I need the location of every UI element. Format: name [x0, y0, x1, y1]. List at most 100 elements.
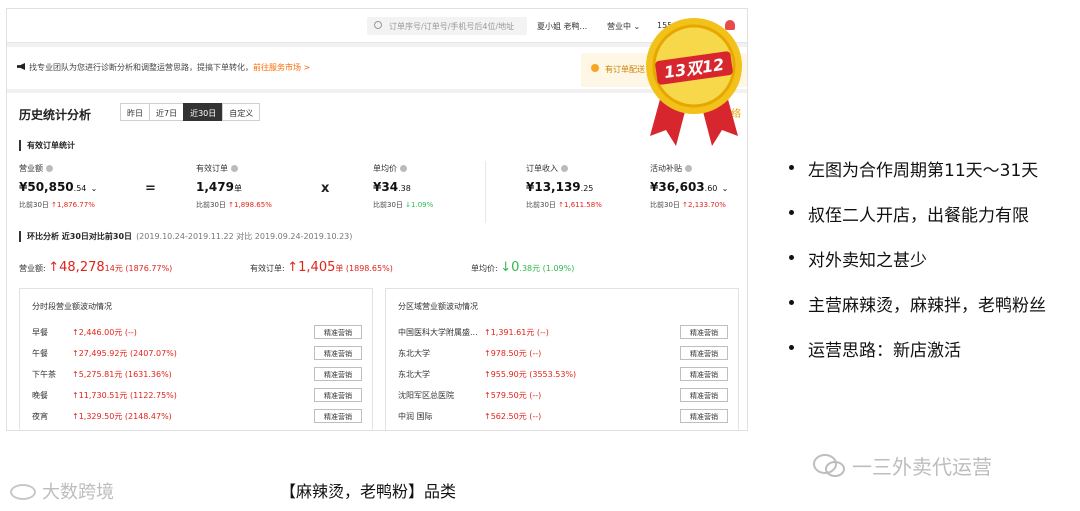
tab-yesterday[interactable]: 昨日	[120, 103, 150, 121]
precise-marketing-button[interactable]: 精准营销	[680, 325, 728, 339]
list-item: 东北大学 ↑978.50元 (--) 精准营销	[398, 346, 728, 362]
service-market-link[interactable]: 前往服务市场 >	[253, 63, 310, 72]
comparison-small-value: 单 (1898.65%)	[335, 264, 393, 273]
watermark-right: 一三外卖代运营	[852, 455, 992, 479]
row-value: ↑579.50元 (--)	[484, 391, 542, 400]
area-panel: 分区域营业额波动情况 中国医科大学附属盛... ↑1,391.61元 (--) 精准…	[385, 288, 739, 430]
compare-prefix: 比前30日	[196, 201, 226, 209]
metric-compare: 比前30日 ↓1.09%	[373, 200, 493, 210]
watermark-left: 大数跨境	[10, 478, 114, 504]
order-search-input[interactable]: 订单序号/订单号/手机号后4位/地址	[367, 17, 527, 35]
metric-activity-subsidy: 活动补贴 ¥36,603.60 ⌄ 比前30日 ↑2,133.70%	[650, 163, 747, 210]
list-item: 早餐 ↑2,446.00元 (--) 精准营销	[32, 325, 362, 341]
help-icon[interactable]	[561, 165, 568, 172]
comparison-title-text: 环比分析 近30日对比前30日	[27, 232, 133, 241]
precise-marketing-button[interactable]: 精准营销	[314, 346, 362, 360]
metric-compare: 比前30日 ↑1,898.65%	[196, 200, 316, 210]
chevron-down-icon[interactable]: ⌄	[722, 184, 729, 193]
search-icon	[374, 21, 382, 29]
row-value: ↑562.50元 (--)	[484, 412, 542, 421]
metric-value: ¥34.38	[373, 180, 493, 194]
row-label: 早餐	[32, 328, 48, 337]
metric-revenue: 营业额 ¥50,850.54 ⌄ 比前30日 ↑1,876.77%	[19, 163, 139, 210]
precise-marketing-button[interactable]: 精准营销	[680, 367, 728, 381]
metric-value-small: .38	[398, 184, 411, 193]
bullet-item: 运营思路：新店激活	[786, 336, 1046, 361]
compare-value: ↑2,133.70%	[682, 201, 726, 209]
precise-marketing-button[interactable]: 精准营销	[680, 409, 728, 423]
metric-label: 订单收入	[526, 163, 646, 174]
date-range-tabs: 昨日 近7日 近30日 自定义	[120, 103, 261, 121]
row-value: ↑5,275.81元 (1631.36%)	[72, 370, 172, 379]
category-caption: 【麻辣烫，老鸭粉】品类	[280, 482, 457, 501]
row-label: 夜宵	[32, 412, 48, 421]
time-segment-title: 分时段营业额波动情况	[32, 302, 112, 311]
metric-label: 活动补贴	[650, 163, 747, 174]
comparison-avg-price: 单均价: ↓0.38元 (1.09%)	[471, 260, 574, 275]
row-label: 下午茶	[32, 370, 56, 379]
bullet-item: 对外卖知之甚少	[786, 246, 1046, 271]
bullet-item: 叔侄二人开店，出餐能力有限	[786, 201, 1046, 226]
row-label: 东北大学	[398, 370, 430, 379]
list-item: 东北大学 ↑955.90元 (3553.53%) 精准营销	[398, 367, 728, 383]
precise-marketing-button[interactable]: 精准营销	[314, 388, 362, 402]
area-panel-title: 分区域营业额波动情况	[398, 302, 478, 311]
precise-marketing-button[interactable]: 精准营销	[680, 346, 728, 360]
metric-value-small: .25	[580, 184, 594, 193]
comparison-big-value: ↑1,405	[287, 260, 336, 275]
metric-value-main: ¥36,603	[650, 180, 705, 194]
row-value: ↑978.50元 (--)	[484, 349, 542, 358]
tab-custom[interactable]: 自定义	[222, 103, 261, 121]
comparison-range: (2019.10.24-2019.11.22 对比 2019.09.24-201…	[136, 232, 353, 241]
row-label: 晚餐	[32, 391, 48, 400]
row-value: ↑1,391.61元 (--)	[484, 328, 549, 337]
row-label: 午餐	[32, 349, 48, 358]
compare-prefix: 比前30日	[19, 201, 49, 209]
help-icon[interactable]	[46, 165, 53, 172]
metric-value: ¥13,139.25	[526, 180, 646, 194]
row-value: ↑955.90元 (3553.53%)	[484, 370, 577, 379]
metric-value-main: ¥34	[373, 180, 399, 194]
speaker-icon	[17, 63, 25, 70]
help-icon[interactable]	[231, 165, 238, 172]
comparison-label: 有效订单:	[250, 264, 285, 273]
help-icon[interactable]	[400, 165, 407, 172]
compare-value: ↑1,898.65%	[228, 201, 272, 209]
metric-value: 1,479单	[196, 180, 316, 194]
weibo-icon	[10, 484, 36, 500]
comparison-revenue: 营业额: ↑48,27814元 (1876.77%)	[19, 260, 172, 275]
row-value: ↑27,495.92元 (2407.07%)	[72, 349, 177, 358]
metric-value-small: .54	[73, 184, 87, 193]
list-item: 沈阳军区总医院 ↑579.50元 (--) 精准营销	[398, 388, 728, 404]
metric-label: 单均价	[373, 163, 493, 174]
history-title: 历史统计分析	[19, 108, 92, 122]
insight-bullet-list: 左图为合作周期第11天～31天 叔侄二人开店，出餐能力有限 对外卖知之甚少 主营…	[786, 156, 1046, 381]
equals-operator: =	[145, 181, 156, 196]
row-value: ↑11,730.51元 (1122.75%)	[72, 391, 177, 400]
list-item: 下午茶 ↑5,275.81元 (1631.36%) 精准营销	[32, 367, 362, 383]
metric-value-small: .60	[704, 184, 718, 193]
compare-prefix: 比前30日	[373, 201, 403, 209]
metric-label-text: 订单收入	[526, 164, 558, 173]
notice-text: 找专业团队为您进行诊断分析和调整运营思路，提搞下单转化，前往服务市场 >	[29, 62, 310, 73]
row-label: 沈阳军区总医院	[398, 391, 454, 400]
row-value: ↑1,329.50元 (2148.47%)	[72, 412, 172, 421]
wechat-icon	[813, 454, 845, 477]
compare-prefix: 比前30日	[526, 201, 556, 209]
metric-value: ¥36,603.60 ⌄	[650, 180, 747, 194]
help-icon[interactable]	[685, 165, 692, 172]
row-label: 东北大学	[398, 349, 430, 358]
precise-marketing-button[interactable]: 精准营销	[680, 388, 728, 402]
user-name[interactable]: 夏小姐 老鸭...	[537, 21, 587, 32]
tab-7-days[interactable]: 近7日	[149, 103, 185, 121]
list-item: 中润 国际 ↑562.50元 (--) 精准营销	[398, 409, 728, 425]
precise-marketing-button[interactable]: 精准营销	[314, 367, 362, 381]
precise-marketing-button[interactable]: 精准营销	[314, 409, 362, 423]
comparison-small-value: 14元 (1876.77%)	[104, 264, 173, 273]
chevron-down-icon[interactable]: ⌄	[91, 184, 98, 193]
tab-30-days[interactable]: 近30日	[183, 103, 224, 121]
notice-message: 找专业团队为您进行诊断分析和调整运营思路，提搞下单转化，	[29, 63, 253, 72]
search-placeholder: 订单序号/订单号/手机号后4位/地址	[389, 22, 515, 31]
precise-marketing-button[interactable]: 精准营销	[314, 325, 362, 339]
metric-value: ¥50,850.54 ⌄	[19, 180, 139, 194]
